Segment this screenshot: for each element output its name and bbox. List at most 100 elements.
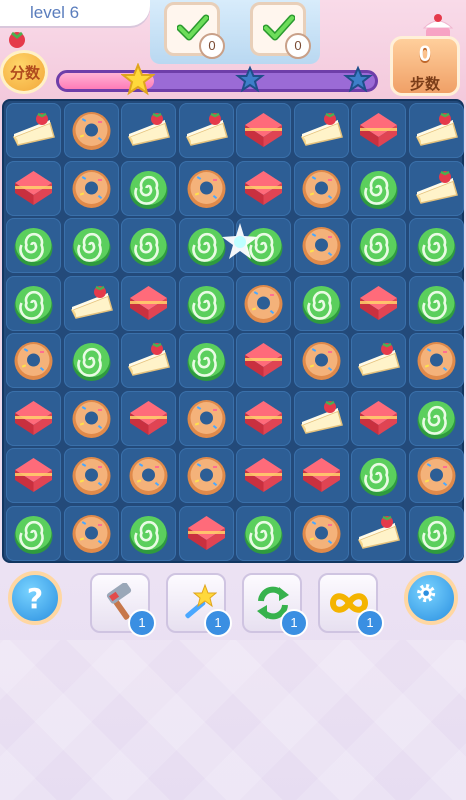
red-jelly-icon	[360, 113, 397, 147]
board-cell[interactable]	[236, 103, 291, 158]
board-cell[interactable]	[6, 218, 61, 273]
settings-button[interactable]	[404, 571, 458, 625]
board-cell[interactable]	[236, 333, 291, 388]
red-jelly-icon	[245, 458, 282, 492]
board-cell[interactable]	[293, 103, 349, 158]
board-cell[interactable]	[408, 275, 464, 331]
board-cell[interactable]	[408, 505, 464, 561]
green-swirl-macaron-icon	[417, 228, 455, 266]
donut-icon	[187, 399, 225, 438]
board-cell[interactable]	[6, 103, 61, 158]
red-jelly-icon	[130, 285, 167, 320]
strawberry-cake-slice-icon	[12, 112, 55, 146]
tool-count: 1	[280, 609, 308, 637]
donut-icon	[72, 169, 110, 208]
board-cell[interactable]	[293, 505, 349, 561]
board-cell[interactable]	[121, 448, 176, 503]
progress-star-1-icon	[121, 63, 155, 96]
board-cell[interactable]	[6, 505, 61, 561]
board-cell[interactable]	[236, 390, 291, 446]
board-cell[interactable]	[63, 448, 119, 503]
board-cell[interactable]	[293, 390, 349, 446]
board-cell[interactable]	[351, 218, 406, 273]
strawberry-cake-slice-icon	[357, 515, 400, 549]
board-cell[interactable]	[408, 160, 464, 216]
board-cell[interactable]	[6, 448, 61, 503]
green-swirl-macaron-icon	[302, 285, 340, 324]
board-cell[interactable]	[236, 505, 291, 561]
strawberry-decoration-icon	[9, 31, 25, 48]
board-cell[interactable]	[121, 160, 176, 216]
board-cell[interactable]	[351, 505, 406, 561]
board-cell[interactable]	[351, 333, 406, 388]
board-cell[interactable]	[351, 103, 406, 158]
board-cell[interactable]	[178, 275, 234, 331]
board-cell[interactable]	[408, 103, 464, 158]
board-cell[interactable]	[351, 160, 406, 216]
board-cell[interactable]	[408, 390, 464, 446]
board-cell[interactable]	[121, 390, 176, 446]
board-cell[interactable]	[63, 275, 119, 331]
strawberry-cake-slice-icon	[415, 170, 458, 204]
donut-icon	[14, 342, 53, 380]
board-cell[interactable]	[121, 275, 176, 331]
green-swirl-macaron-icon	[129, 228, 168, 266]
board-cell[interactable]	[178, 390, 234, 446]
board-cell[interactable]	[63, 390, 119, 446]
board-cell[interactable]	[236, 160, 291, 216]
progress-star-2-icon	[235, 65, 265, 93]
board-cell[interactable]	[63, 333, 119, 388]
board-cell[interactable]	[351, 448, 406, 503]
board-cell[interactable]	[178, 505, 234, 561]
board-cell[interactable]	[6, 160, 61, 216]
strawberry-cake-slice-icon	[415, 112, 458, 146]
magic-wand-tool-button[interactable]: 1	[166, 573, 232, 637]
board-cell[interactable]	[63, 103, 119, 158]
board-cell[interactable]	[408, 448, 464, 503]
help-label: ?	[26, 582, 44, 615]
donut-icon	[187, 457, 225, 495]
board-cell[interactable]	[293, 333, 349, 388]
board-cell[interactable]	[293, 160, 349, 216]
board-cell[interactable]	[6, 275, 61, 331]
board-cell[interactable]	[178, 103, 234, 158]
goal-slot-2: 0	[250, 2, 311, 59]
board-cell[interactable]	[408, 218, 464, 273]
help-button[interactable]: ?	[8, 571, 62, 625]
shuffle-tool-button[interactable]: 1	[242, 573, 308, 637]
board-cell[interactable]	[293, 448, 349, 503]
strawberry-cake-slice-icon	[70, 285, 113, 319]
board-cell[interactable]	[121, 505, 176, 561]
strawberry-cake-slice-icon	[127, 112, 170, 146]
board-cell[interactable]	[351, 275, 406, 331]
board-cell[interactable]	[121, 103, 176, 158]
board-cell[interactable]	[178, 160, 234, 216]
board-cell[interactable]	[178, 448, 234, 503]
board-cell[interactable]	[63, 218, 119, 273]
hammer-tool-button[interactable]: 1	[90, 573, 156, 637]
board-cell[interactable]	[293, 218, 349, 273]
green-swirl-macaron-icon	[359, 170, 398, 209]
green-swirl-macaron-icon	[187, 285, 225, 324]
board-cell[interactable]	[351, 390, 406, 446]
board-cell[interactable]	[408, 333, 464, 388]
board-cell[interactable]	[236, 448, 291, 503]
red-jelly-icon	[245, 170, 282, 205]
red-jelly-icon	[302, 458, 340, 492]
board-cell[interactable]	[121, 333, 176, 388]
green-swirl-macaron-icon	[129, 515, 168, 554]
board-cell[interactable]	[178, 333, 234, 388]
board-cell[interactable]	[236, 275, 291, 331]
board-cell[interactable]	[6, 333, 61, 388]
donut-icon	[72, 399, 110, 438]
board-cell[interactable]	[63, 160, 119, 216]
board-cell[interactable]	[121, 218, 176, 273]
green-swirl-macaron-icon	[417, 285, 455, 324]
infinite-moves-tool-button[interactable]: 1	[318, 573, 384, 637]
gear-icon	[417, 584, 436, 603]
donut-icon	[72, 457, 110, 495]
board-cell[interactable]	[6, 390, 61, 446]
board-cell[interactable]	[63, 505, 119, 561]
board-cell[interactable]	[293, 275, 349, 331]
moves-value: 0	[418, 41, 432, 66]
